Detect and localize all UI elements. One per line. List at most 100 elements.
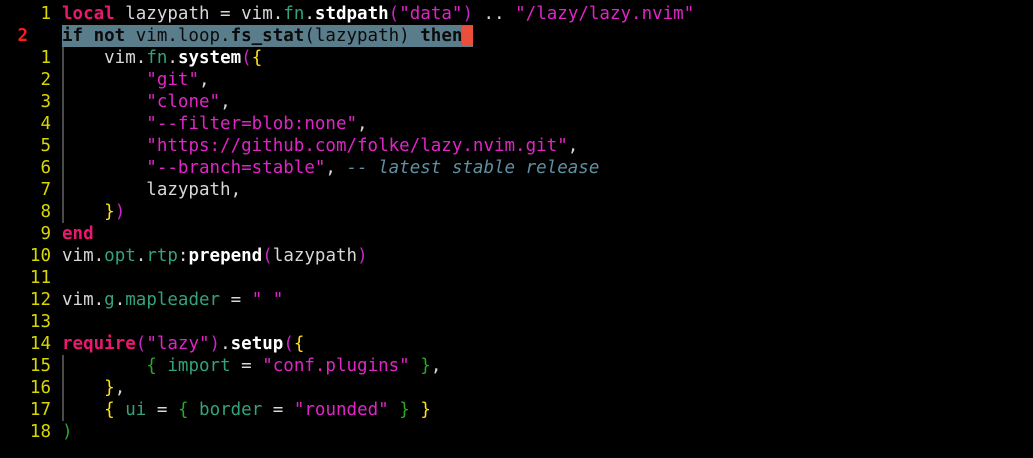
code-token: .	[135, 246, 147, 266]
line-number: 10	[29, 246, 51, 266]
line-number: 2	[40, 70, 51, 90]
code-editor[interactable]: 1 local lazypath = vim.fn.stdpath("data")…	[0, 3, 1033, 443]
code-token: "/lazy/lazy.nvim"	[515, 4, 695, 24]
code-token: lazypath,	[62, 180, 242, 200]
code-token: =	[146, 400, 178, 420]
line-number: 15	[29, 356, 51, 376]
code-token: )	[209, 334, 221, 354]
code-line[interactable]: 17 { ui = { border = "rounded" } }	[0, 399, 1033, 421]
code-token: ,	[430, 356, 442, 376]
code-line[interactable]: 15 { import = "conf.plugins" },	[0, 355, 1033, 377]
line-code: if not vim.loop.fs_stat(lazypath) then	[62, 25, 474, 47]
line-code: "git",	[62, 69, 209, 91]
code-token: (lazypath)	[304, 26, 421, 46]
code-token: border	[199, 400, 263, 420]
code-token: }	[104, 378, 115, 398]
code-line[interactable]: 6 "--branch=stable", -- latest stable re…	[0, 157, 1033, 179]
line-number: 6	[40, 158, 51, 178]
code-token: )	[114, 202, 126, 222]
code-line[interactable]: 9 end	[0, 223, 1033, 245]
code-token: :	[177, 246, 189, 266]
code-token: {	[177, 400, 189, 420]
code-token: "data"	[399, 4, 463, 24]
code-token: {	[146, 356, 157, 376]
code-token: -- latest stable release	[346, 158, 600, 178]
code-token: }	[399, 400, 410, 420]
line-code: { import = "conf.plugins" },	[62, 355, 441, 377]
code-line[interactable]: 1 local lazypath = vim.fn.stdpath("data")…	[0, 3, 1033, 25]
line-number: 4	[40, 114, 51, 134]
code-token: .	[304, 4, 315, 24]
code-token: lazypath = vim	[114, 4, 273, 24]
code-token: then	[420, 26, 463, 46]
code-token: "--filter=blob:none"	[146, 114, 358, 134]
code-token: }	[104, 202, 115, 222]
line-code: )	[62, 421, 73, 443]
code-line[interactable]: 5 "https://github.com/folke/lazy.nvim.gi…	[0, 135, 1033, 157]
code-line[interactable]: 14 require("lazy").setup({	[0, 333, 1033, 355]
code-token: vim	[62, 48, 136, 68]
code-token: "rounded"	[293, 400, 389, 420]
code-token: ,	[114, 378, 126, 398]
code-token: (	[241, 48, 252, 68]
code-token: " "	[251, 290, 284, 310]
code-token: ui	[125, 400, 147, 420]
code-line[interactable]: 8 })	[0, 201, 1033, 223]
line-number: 3	[40, 92, 51, 112]
code-line[interactable]: 18)	[0, 421, 1033, 443]
line-number: 17	[29, 400, 51, 420]
code-token: mapleader	[125, 290, 221, 310]
code-line[interactable]: 12 vim.g.mapleader = " "	[0, 289, 1033, 311]
code-line[interactable]: 11	[0, 267, 1033, 289]
code-line[interactable]: 1 vim.fn.system({	[0, 47, 1033, 69]
code-token: prepend	[188, 246, 263, 266]
code-token: system	[177, 48, 242, 68]
code-token: rtp	[146, 246, 178, 266]
code-line[interactable]: 10 vim.opt.rtp:prepend(lazypath)	[0, 245, 1033, 267]
code-token: require	[62, 334, 136, 354]
code-line[interactable]: 13	[0, 311, 1033, 333]
code-token: }	[420, 400, 431, 420]
code-line[interactable]: 4 "--filter=blob:none",	[0, 113, 1033, 135]
line-code: vim.fn.system({	[62, 47, 262, 69]
code-token: (	[388, 4, 400, 24]
line-number: 5	[40, 136, 51, 156]
line-code: "--branch=stable", -- latest stable rele…	[62, 157, 599, 179]
code-token: stdpath	[314, 4, 389, 24]
code-line[interactable]: 2 "git",	[0, 69, 1033, 91]
code-token: )	[357, 246, 368, 266]
line-code: })	[62, 201, 125, 223]
code-token: end	[62, 224, 94, 244]
code-token: "conf.plugins"	[262, 356, 410, 376]
line-number: 18	[29, 422, 51, 442]
code-line[interactable]: 16 },	[0, 377, 1033, 399]
line-number: 13	[29, 312, 51, 332]
code-token: "clone"	[146, 92, 221, 112]
code-token: (	[262, 246, 273, 266]
code-token: {	[104, 400, 115, 420]
current-line[interactable]: 2 if not vim.loop.fs_stat(lazypath) then	[0, 25, 1033, 47]
code-token: fn	[146, 48, 168, 68]
code-token: ..	[472, 4, 516, 24]
code-token: .	[167, 48, 178, 68]
line-number: 2	[17, 26, 28, 46]
code-token: .	[93, 290, 105, 310]
code-token: =	[220, 290, 252, 310]
line-number: 9	[40, 224, 51, 244]
code-token: setup	[230, 334, 284, 354]
line-code: "--filter=blob:none",	[62, 113, 367, 135]
code-token: ,	[567, 136, 579, 156]
code-line[interactable]: 3 "clone",	[0, 91, 1033, 113]
code-line[interactable]: 7 lazypath,	[0, 179, 1033, 201]
code-token: =	[262, 400, 294, 420]
code-token: import	[167, 356, 231, 376]
